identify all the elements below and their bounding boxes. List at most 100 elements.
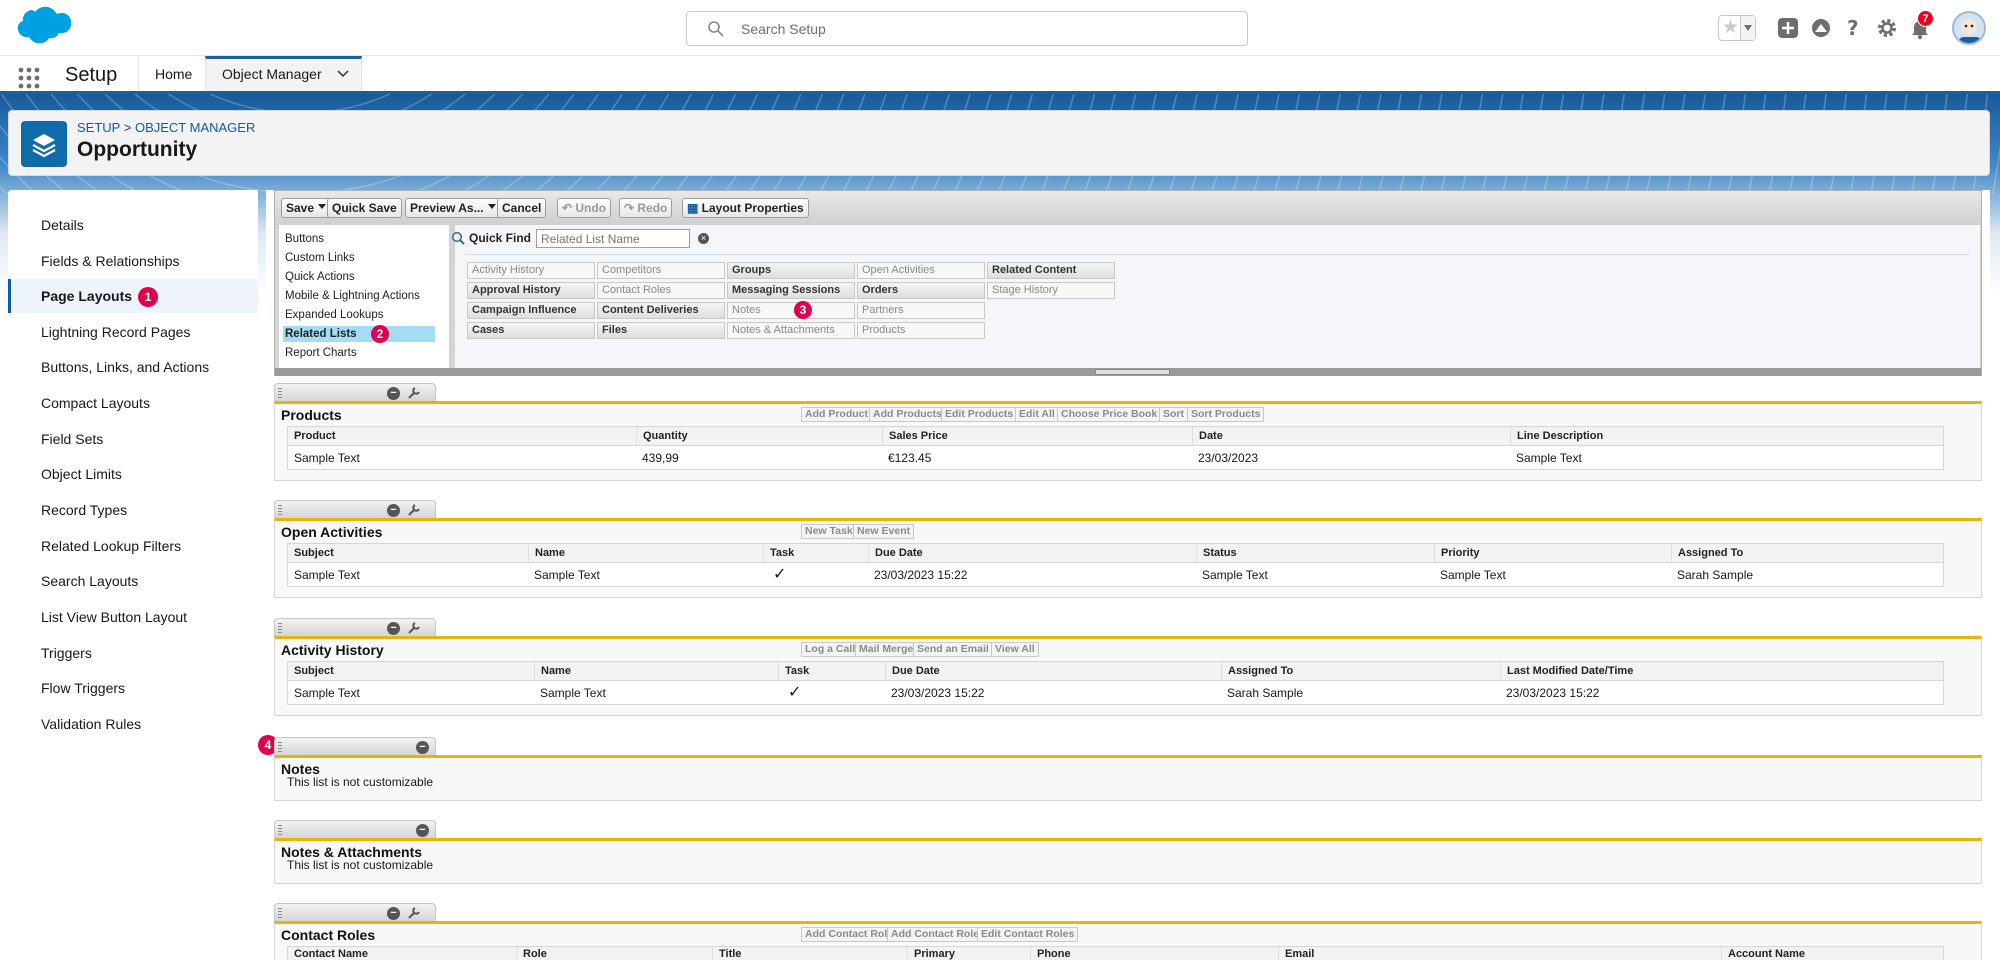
avatar[interactable] xyxy=(1952,11,1986,45)
edit-contact-roles-button[interactable]: Edit Contact Roles xyxy=(977,927,1079,942)
breadcrumb-object-manager-link[interactable]: OBJECT MANAGER xyxy=(135,120,255,135)
send-an-email-button[interactable]: Send an Email xyxy=(913,642,993,657)
palette-item-groups[interactable]: Groups xyxy=(727,262,855,279)
sidebar-item-compact-layouts[interactable]: Compact Layouts xyxy=(8,386,258,420)
remove-icon[interactable]: − xyxy=(387,622,400,635)
salesforce-cloud-logo[interactable] xyxy=(10,6,72,50)
drag-handle-icon[interactable] xyxy=(278,742,282,752)
remove-icon[interactable]: − xyxy=(387,387,400,400)
help-icon[interactable]: ? xyxy=(1844,14,1864,42)
tab-object-manager[interactable]: Object Manager xyxy=(205,56,362,91)
mail-merge-button[interactable]: Mail Merge xyxy=(855,642,918,657)
chevron-down-icon[interactable] xyxy=(337,67,349,79)
palette-category-custom-links[interactable]: Custom Links xyxy=(283,250,435,266)
clear-search-icon[interactable]: × xyxy=(698,233,709,244)
palette-item-open-activities[interactable]: Open Activities xyxy=(857,262,985,279)
sidebar-item-object-limits[interactable]: Object Limits xyxy=(8,457,258,491)
palette-item-notes[interactable]: Notes 3 xyxy=(727,301,855,319)
sidebar-item-triggers[interactable]: Triggers xyxy=(8,636,258,670)
section-handle[interactable]: − xyxy=(274,618,436,636)
sidebar-item-field-sets[interactable]: Field Sets xyxy=(8,422,258,456)
palette-category-report-charts[interactable]: Report Charts xyxy=(283,345,435,361)
plus-icon[interactable] xyxy=(1777,14,1799,42)
palette-item-products[interactable]: Products xyxy=(857,322,985,339)
new-event-button[interactable]: New Event xyxy=(853,524,915,539)
section-handle[interactable]: − xyxy=(274,903,436,921)
quick-save-button[interactable]: Quick Save xyxy=(327,198,402,218)
palette-item-activity-history[interactable]: Activity History xyxy=(467,262,595,279)
add-contact-role-button[interactable]: Add Contact Role xyxy=(801,927,898,942)
favorites-button[interactable]: ★ xyxy=(1718,15,1756,41)
sort-button[interactable]: Sort xyxy=(1159,407,1188,422)
add-product-button[interactable]: Add Product xyxy=(801,407,872,422)
search-setup-input[interactable]: Search Setup xyxy=(686,11,1248,46)
remove-icon[interactable]: − xyxy=(416,741,429,754)
wrench-icon[interactable] xyxy=(407,386,421,400)
palette-item-messaging-sessions[interactable]: Messaging Sessions xyxy=(727,282,855,299)
palette-category-buttons[interactable]: Buttons xyxy=(283,231,435,247)
app-launcher-icon[interactable] xyxy=(18,67,40,89)
palette-category-expanded-lookups[interactable]: Expanded Lookups xyxy=(283,307,435,323)
sidebar-item-page-layouts[interactable]: Page Layouts 1 xyxy=(8,279,258,313)
palette-item-approval-history[interactable]: Approval History xyxy=(467,282,595,299)
drag-handle-icon[interactable] xyxy=(278,623,282,633)
add-contact-roles-button[interactable]: Add Contact Roles xyxy=(887,927,989,942)
new-task-button[interactable]: New Task xyxy=(801,524,857,539)
layout-properties-button[interactable]: ▦ Layout Properties xyxy=(682,198,809,218)
sidebar-item-fields-relationships[interactable]: Fields & Relationships xyxy=(8,244,258,278)
wrench-icon[interactable] xyxy=(407,906,421,920)
preview-as-button[interactable]: Preview As... xyxy=(405,198,501,218)
section-handle[interactable]: − xyxy=(274,500,436,518)
remove-icon[interactable]: − xyxy=(387,907,400,920)
drag-handle-icon[interactable] xyxy=(278,908,282,918)
palette-category-quick-actions[interactable]: Quick Actions xyxy=(283,269,435,285)
tab-home[interactable]: Home xyxy=(138,56,206,91)
palette-item-competitors[interactable]: Competitors xyxy=(597,262,725,279)
edit-all-button[interactable]: Edit All xyxy=(1015,407,1059,422)
quick-find-input[interactable]: Related List Name xyxy=(536,229,690,248)
sidebar-item-buttons-links-actions[interactable]: Buttons, Links, and Actions xyxy=(8,350,258,384)
drag-handle-icon[interactable] xyxy=(278,825,282,835)
palette-item-cases[interactable]: Cases xyxy=(467,322,595,339)
remove-icon[interactable]: − xyxy=(416,824,429,837)
cancel-button[interactable]: Cancel xyxy=(497,198,547,218)
palette-splitter[interactable] xyxy=(275,368,1981,376)
undo-button[interactable]: ↶ Undo xyxy=(557,198,612,218)
palette-item-stage-history[interactable]: Stage History xyxy=(987,282,1115,299)
palette-item-contact-roles[interactable]: Contact Roles xyxy=(597,282,725,299)
palette-category-mobile-lightning-actions[interactable]: Mobile & Lightning Actions xyxy=(283,288,435,304)
favorites-dropdown-icon[interactable] xyxy=(1740,16,1755,40)
palette-item-notes-attachments[interactable]: Notes & Attachments xyxy=(727,322,855,339)
sidebar-item-flow-triggers[interactable]: Flow Triggers xyxy=(8,671,258,705)
section-handle[interactable]: − xyxy=(274,820,436,838)
redo-button[interactable]: ↷ Redo xyxy=(619,198,673,218)
choose-price-book-button[interactable]: Choose Price Book xyxy=(1057,407,1162,422)
wrench-icon[interactable] xyxy=(407,621,421,635)
edit-products-button[interactable]: Edit Products xyxy=(941,407,1018,422)
palette-item-partners[interactable]: Partners xyxy=(857,302,985,319)
sort-products-button[interactable]: Sort Products xyxy=(1187,407,1265,422)
palette-item-content-deliveries[interactable]: Content Deliveries xyxy=(597,302,725,319)
palette-category-related-lists[interactable]: Related Lists 2 xyxy=(283,325,435,343)
sidebar-item-validation-rules[interactable]: Validation Rules xyxy=(8,707,258,741)
log-a-call-button[interactable]: Log a Call xyxy=(801,642,860,657)
palette-item-orders[interactable]: Orders xyxy=(857,282,985,299)
drag-handle-icon[interactable] xyxy=(278,505,282,515)
gear-icon[interactable] xyxy=(1876,14,1898,42)
breadcrumb-setup-link[interactable]: SETUP xyxy=(77,120,120,135)
sidebar-item-record-types[interactable]: Record Types xyxy=(8,493,258,527)
section-handle[interactable]: − xyxy=(274,737,436,755)
trailhead-icon[interactable] xyxy=(1810,14,1832,42)
section-handle[interactable]: − xyxy=(274,383,436,401)
sidebar-item-related-lookup-filters[interactable]: Related Lookup Filters xyxy=(8,529,258,563)
view-all-button[interactable]: View All xyxy=(991,642,1039,657)
sidebar-item-list-view-button-layout[interactable]: List View Button Layout xyxy=(8,600,258,634)
sidebar-item-details[interactable]: Details xyxy=(8,208,258,242)
wrench-icon[interactable] xyxy=(407,503,421,517)
palette-item-related-content[interactable]: Related Content xyxy=(987,262,1115,279)
sidebar-item-search-layouts[interactable]: Search Layouts xyxy=(8,564,258,598)
drag-handle-icon[interactable] xyxy=(278,388,282,398)
add-products-button[interactable]: Add Products xyxy=(869,407,946,422)
sidebar-item-lightning-record-pages[interactable]: Lightning Record Pages xyxy=(8,315,258,349)
save-button[interactable]: Save xyxy=(281,198,332,218)
